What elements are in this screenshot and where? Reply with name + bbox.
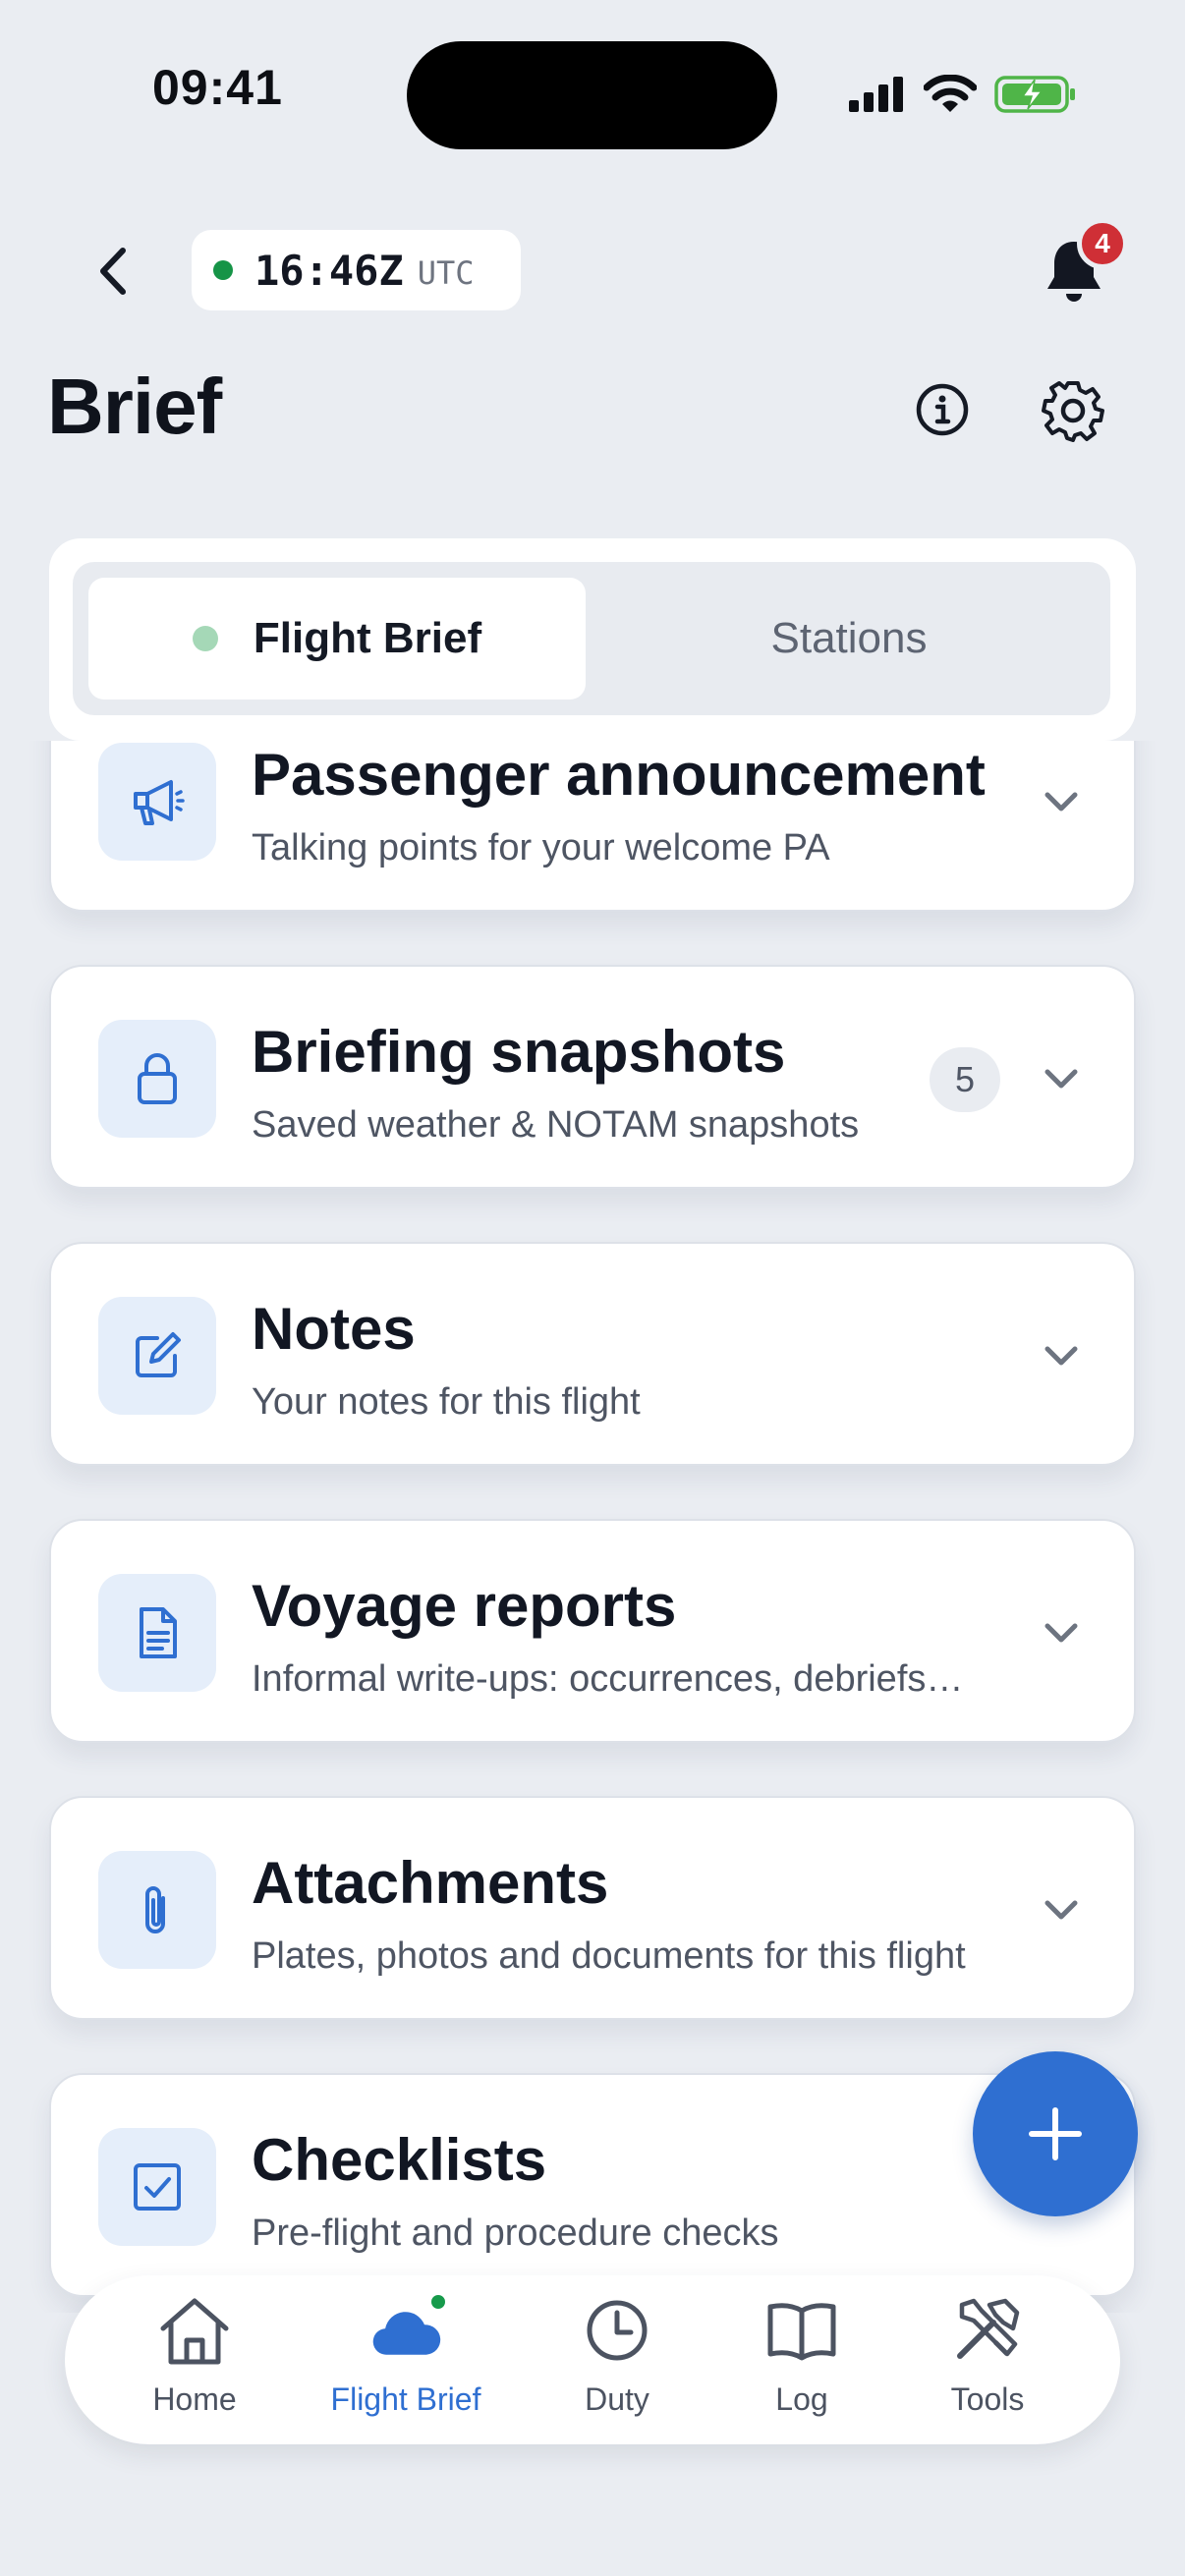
section-briefing-snapshots[interactable]: Briefing snapshots Saved weather & NOTAM… [49,965,1136,1189]
tools-icon [957,2298,1020,2359]
chevron-left-icon [100,248,126,295]
tab-label: Tools [950,2381,1025,2417]
item-title: Briefing snapshots [252,1019,786,1085]
item-subtitle: Saved weather & NOTAM snapshots [252,1104,860,1146]
plus-icon [1029,2107,1082,2160]
tab-label: Home [152,2381,237,2417]
item-subtitle: Pre-flight and procedure checks [252,2212,779,2254]
megaphone-icon [134,780,185,825]
item-title: Checklists [252,2127,547,2193]
home-indicator [396,2545,789,2554]
tab-flight-brief-nav[interactable]: Flight Brief [308,2291,504,2431]
tab-icon [157,2293,232,2368]
settings-button[interactable] [1042,379,1104,442]
clock-status-dot [213,260,233,280]
gear-icon [1042,381,1104,442]
book-icon [767,2303,836,2361]
section-notes[interactable]: Notes Your notes for this flight [49,1242,1136,1466]
active-status-dot [427,2291,449,2313]
item-icon-box [98,2128,216,2246]
notification-count-badge: 4 [1077,218,1128,269]
tab-stations[interactable]: Stations [603,578,1095,700]
item-icon-box [98,1297,216,1415]
segment-card: Flight Brief Stations [49,538,1136,741]
section-attachments[interactable]: Attachments Plates, photos and documents… [49,1796,1136,2020]
section-checklists[interactable]: Checklists Pre-flight and procedure chec… [49,2073,1136,2297]
segmented-control: Flight Brief Stations [73,562,1110,715]
battery-charging-icon [994,76,1075,113]
item-icon-box [98,743,216,861]
section-voyage-reports[interactable]: Voyage reports Informal write-ups: occur… [49,1519,1136,1743]
status-dot [192,626,218,651]
section-passenger-announcement[interactable]: Passenger announcement Talking points fo… [49,741,1136,912]
chevron-down-icon [1044,1069,1078,1089]
checkbox-icon [134,2163,181,2211]
add-button[interactable] [973,2051,1138,2216]
dynamic-island [407,41,777,149]
tab-tools[interactable]: Tools [889,2293,1086,2431]
item-title: Notes [252,1296,416,1362]
clock-icon [587,2300,648,2361]
chevron-down-icon [1044,1900,1078,1920]
status-time: 09:41 [152,60,283,115]
lock-icon [138,1053,177,1104]
info-icon [916,383,969,436]
item-icon-box [98,1020,216,1138]
chevron-down-icon [1044,1623,1078,1643]
tab-label: Log [775,2381,828,2417]
home-icon [160,2298,229,2365]
page-title: Brief [47,363,222,450]
item-subtitle: Your notes for this flight [252,1381,641,1423]
tab-label: Flight Brief [330,2381,481,2417]
document-icon [140,1607,177,1658]
bottom-tab-bar: Home Flight Brief Duty Log Tools [65,2275,1120,2444]
tab-log[interactable]: Log [704,2293,900,2431]
info-button[interactable] [914,381,971,438]
tab-icon [764,2293,839,2368]
tab-label: Flight Brief [253,614,482,662]
tab-icon [950,2293,1025,2368]
item-title: Voyage reports [252,1573,677,1639]
item-icon-box [98,1574,216,1692]
tab-icon [580,2293,654,2368]
item-title: Passenger announcement [252,742,986,808]
chevron-down-icon [1044,792,1078,812]
back-button[interactable] [88,242,138,301]
item-icon-box [98,1851,216,1969]
chevron-down-icon [1044,1346,1078,1366]
tab-label: Duty [585,2381,649,2417]
item-subtitle: Plates, photos and documents for this fl… [252,1935,966,1977]
cellular-signal-icon [849,77,903,112]
item-subtitle: Informal write-ups: occurrences, debrief… [252,1658,964,1700]
tab-flight-brief[interactable]: Flight Brief [88,578,586,700]
item-subtitle: Talking points for your welcome PA [252,827,830,868]
edit-icon [136,1332,181,1377]
utc-clock[interactable]: 16:46Z UTC [192,230,521,310]
tab-duty[interactable]: Duty [519,2293,715,2431]
tab-home[interactable]: Home [96,2293,293,2431]
item-title: Attachments [252,1850,609,1916]
wifi-icon [924,75,977,112]
clock-time: 16:46Z [254,246,404,295]
status-icons [847,71,1077,118]
clock-zone: UTC [417,254,475,292]
paperclip-icon [145,1886,165,1933]
count-badge: 5 [930,1047,1000,1112]
